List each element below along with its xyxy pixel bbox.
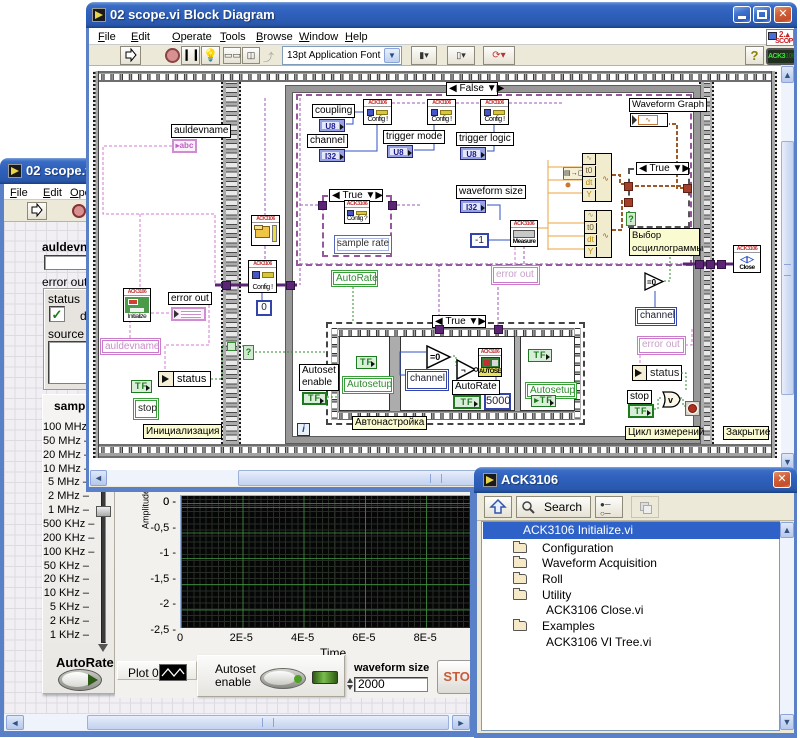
svg-text:=0: =0 bbox=[430, 352, 440, 362]
svg-text:=0: =0 bbox=[647, 278, 657, 287]
